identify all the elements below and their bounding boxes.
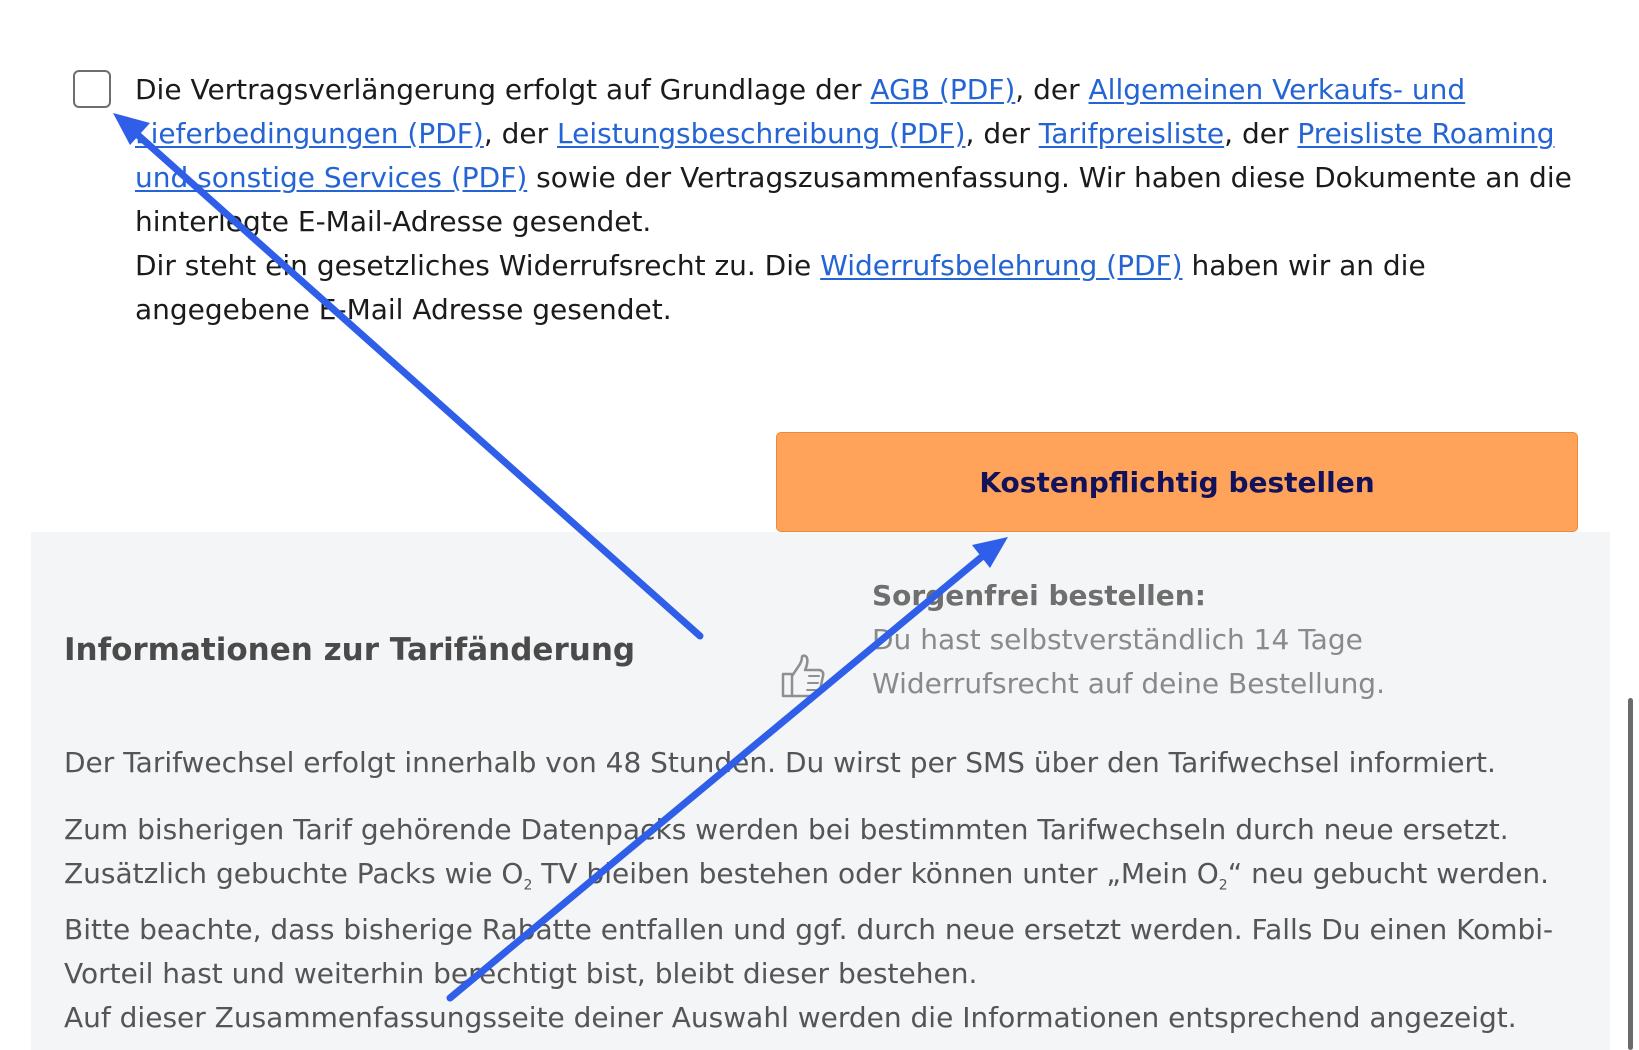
info-paragraph-3: Auf dieser Zusammenfassungsseite deiner … [64,1000,1517,1034]
consent-separator: , der [1224,117,1298,150]
scrollbar[interactable] [1628,698,1633,1050]
info-panel: Sorgenfrei bestellen: Du hast selbstvers… [31,532,1610,1050]
info-paragraph-1: Der Tarifwechsel erfolgt innerhalb von 4… [64,746,1496,779]
thumbs-up-icon [781,654,825,698]
consent-intro: Die Vertragsverlängerung erfolgt auf Gru… [135,73,871,106]
widerruf-text-pre: Dir steht ein gesetzliches Widerrufsrech… [135,249,821,282]
agb-link[interactable]: AGB (PDF) [870,73,1015,106]
consent-separator: , der [965,117,1039,150]
tarifpreisliste-link[interactable]: Tarifpreisliste [1039,117,1224,150]
info-paragraph-2b: TV bleiben bestehen oder können unter „M… [532,857,1219,890]
consent-text: Die Vertragsverlängerung erfolgt auf Gru… [135,68,1575,332]
info-title: Informationen zur Tarifänderung [64,632,636,668]
consent-separator: , der [1015,73,1089,106]
info-paragraph-2: Zum bisherigen Tarif gehörende Datenpack… [64,808,1589,1040]
sorgenfrei-text: Du hast selbstverständlich 14 Tage Wider… [872,623,1385,700]
o2-subscript: 2 [1218,877,1228,894]
leistungsbeschreibung-link[interactable]: Leistungsbeschreibung (PDF) [557,117,966,150]
consent-checkbox[interactable] [73,70,111,108]
sorgenfrei-title: Sorgenfrei bestellen: [872,579,1206,612]
page: Die Vertragsverlängerung erfolgt auf Gru… [0,0,1639,1050]
order-button[interactable]: Kostenpflichtig bestellen [776,432,1578,532]
widerrufsbelehrung-link[interactable]: Widerrufsbelehrung (PDF) [820,249,1182,282]
consent-separator: , der [483,117,558,150]
